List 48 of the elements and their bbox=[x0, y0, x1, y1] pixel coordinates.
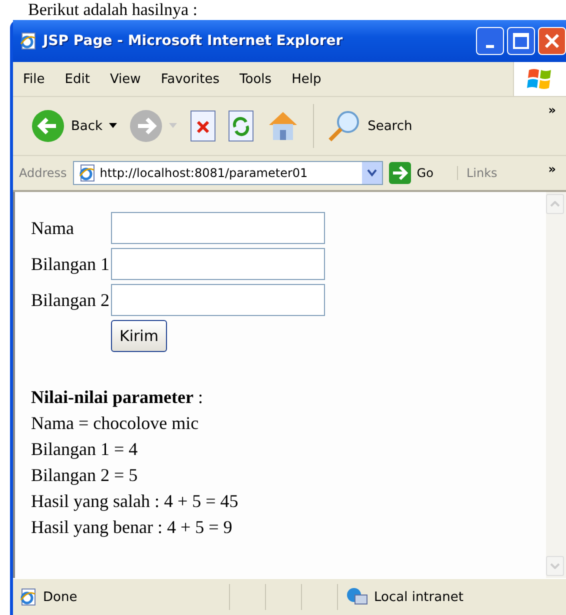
dropdown-icon[interactable] bbox=[362, 162, 382, 184]
down-chevron-icon bbox=[550, 563, 560, 569]
more-chevron[interactable]: » bbox=[548, 162, 556, 176]
scroll-up-button[interactable] bbox=[546, 194, 564, 214]
input-field[interactable] bbox=[110, 212, 324, 244]
menu-item[interactable]: Tools bbox=[230, 72, 282, 86]
input-field[interactable] bbox=[110, 284, 324, 316]
menu-item[interactable]: Favorites bbox=[150, 72, 230, 86]
scrollbar[interactable] bbox=[546, 192, 566, 578]
maximize-button[interactable] bbox=[507, 27, 535, 55]
result-line: Bilangan 2 = 5 bbox=[31, 464, 139, 487]
zone-text: Local intranet bbox=[374, 590, 464, 604]
back-button[interactable]: Back bbox=[29, 107, 121, 145]
ie-page-icon bbox=[19, 32, 37, 50]
minimize-button[interactable] bbox=[476, 27, 504, 55]
menu-item[interactable]: Help bbox=[282, 72, 332, 86]
field-label: Bilangan 1 bbox=[31, 254, 110, 274]
minimize-icon bbox=[486, 44, 494, 48]
window-title: JSP Page - Microsoft Internet Explorer bbox=[43, 33, 344, 49]
more-chevron[interactable]: » bbox=[548, 103, 556, 117]
menu-item[interactable]: Edit bbox=[54, 72, 100, 86]
address-field[interactable]: http://localhost:8081/parameter01 bbox=[72, 161, 383, 185]
field-label: Nama bbox=[31, 218, 75, 238]
close-icon bbox=[544, 33, 560, 49]
network-globe-icon bbox=[346, 587, 368, 607]
caret-icon bbox=[108, 123, 119, 129]
scroll-down-button[interactable] bbox=[546, 556, 564, 576]
result-line: Nama = chocolove mic bbox=[31, 412, 200, 435]
result-line: Hasil yang benar : 4 + 5 = 9 bbox=[31, 516, 234, 539]
result-line: Hasil yang salah : 4 + 5 = 45 bbox=[31, 490, 240, 513]
maximize-icon bbox=[513, 33, 529, 49]
close-button[interactable] bbox=[538, 27, 566, 55]
input-field[interactable] bbox=[110, 248, 324, 280]
ie-page-icon bbox=[78, 164, 96, 182]
menu-item[interactable]: File bbox=[13, 72, 55, 86]
caret-icon bbox=[168, 123, 179, 129]
address-label: Address bbox=[19, 166, 67, 180]
status-text: Done bbox=[43, 590, 78, 604]
links-button[interactable]: Links bbox=[457, 166, 498, 180]
up-chevron-icon bbox=[550, 201, 560, 207]
field-label: Bilangan 2 bbox=[31, 290, 110, 310]
search-button[interactable]: Search bbox=[324, 107, 414, 145]
results-heading: Nilai-nilai parameter : bbox=[31, 386, 204, 409]
submit-button[interactable]: Kirim bbox=[110, 320, 168, 352]
result-line: Bilangan 1 = 4 bbox=[31, 438, 139, 461]
caption-text: Berikut adalah hasilnya : bbox=[28, 0, 198, 19]
menu-item[interactable]: View bbox=[100, 72, 151, 86]
ie-page-icon bbox=[19, 588, 37, 606]
